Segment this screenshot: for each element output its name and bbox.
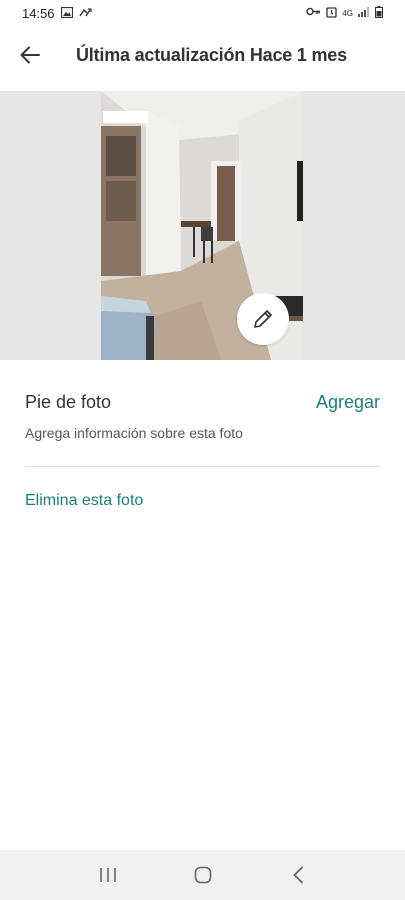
add-caption-button[interactable]: Agregar	[316, 392, 380, 413]
alarm-icon	[326, 6, 337, 21]
recents-icon	[99, 868, 116, 882]
nav-back-button[interactable]	[278, 855, 318, 895]
recents-button[interactable]	[88, 855, 128, 895]
status-left: 14:56	[22, 6, 92, 21]
edit-photo-button[interactable]	[237, 293, 289, 345]
page-title: Última actualización Hace 1 mes	[76, 44, 347, 65]
battery-icon	[375, 5, 383, 21]
status-bar: 14:56 4G	[0, 0, 405, 26]
arrow-left-icon	[20, 46, 40, 64]
top-bar: Última actualización Hace 1 mes	[0, 30, 405, 80]
gallery-notification-icon	[60, 6, 73, 21]
signal-icon	[358, 6, 370, 20]
key-icon	[306, 7, 321, 19]
home-icon	[194, 866, 211, 884]
chevron-left-icon	[292, 866, 303, 884]
delete-photo-link[interactable]: Elimina esta foto	[25, 492, 143, 510]
divider	[25, 466, 380, 467]
caption-hint: Agrega información sobre esta foto	[25, 425, 243, 441]
back-button[interactable]	[0, 30, 60, 80]
network-type: 4G	[342, 8, 353, 18]
status-time: 14:56	[22, 5, 55, 21]
status-right: 4G	[306, 5, 383, 21]
home-button[interactable]	[183, 855, 223, 895]
sync-notification-icon	[78, 6, 92, 21]
caption-section: Pie de foto Agregar Agrega información s…	[25, 392, 380, 441]
system-nav-bar	[0, 850, 405, 900]
photo-viewer	[0, 91, 405, 360]
pencil-icon	[254, 310, 272, 328]
